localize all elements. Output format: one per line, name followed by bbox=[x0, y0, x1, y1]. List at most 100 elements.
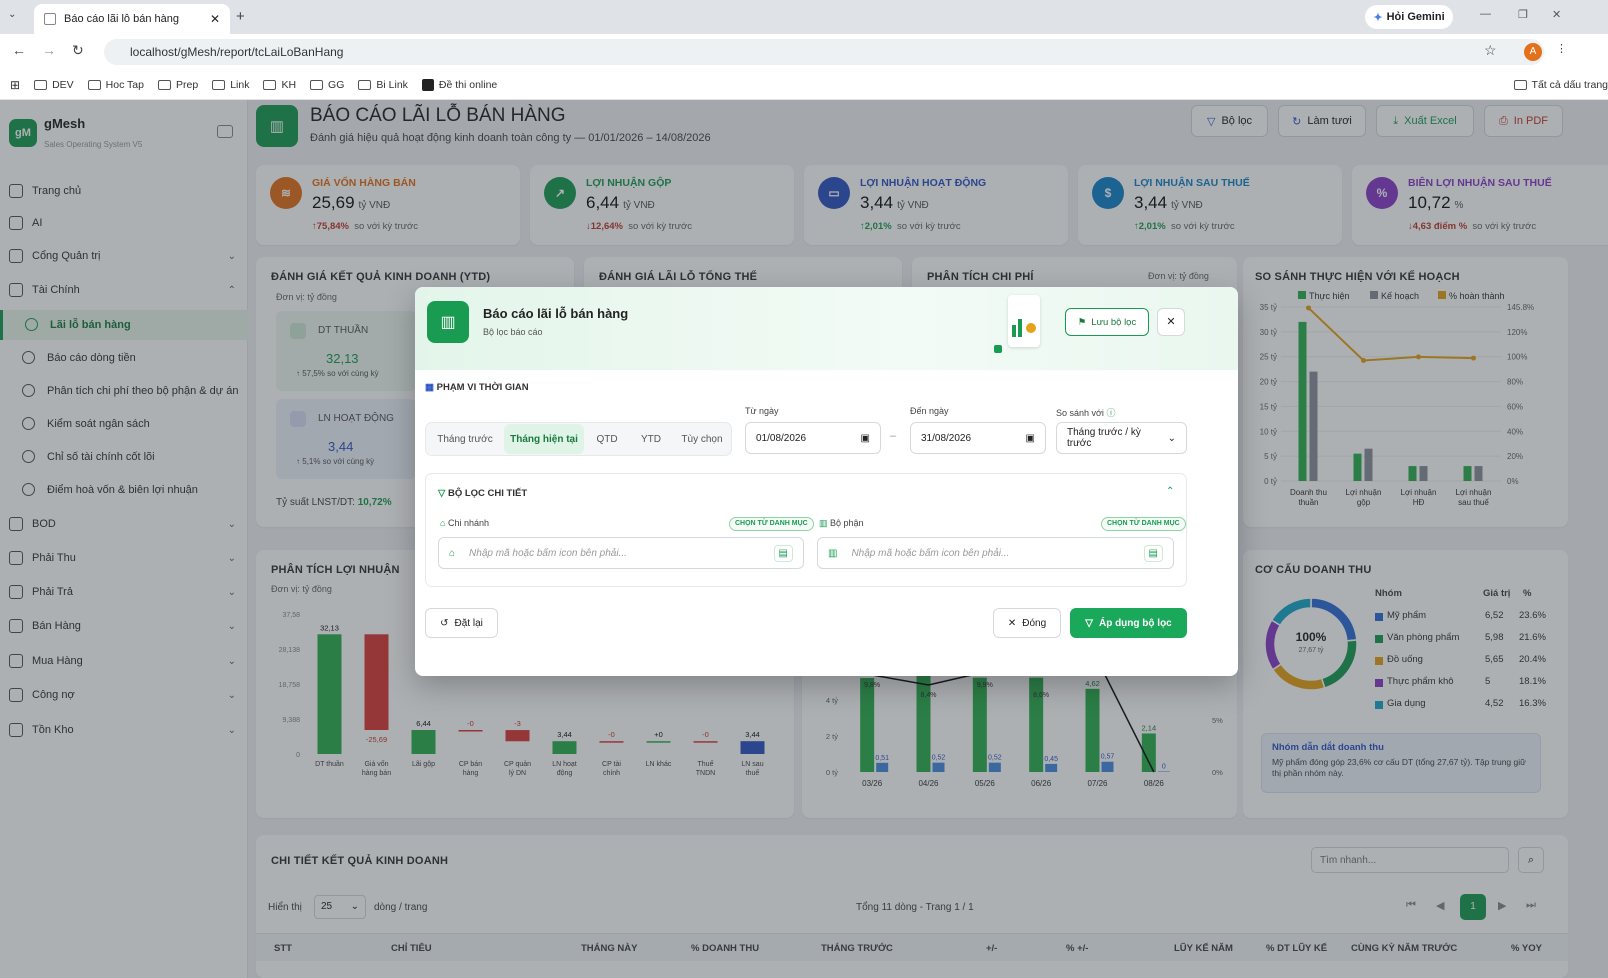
close-button[interactable]: ✕ Đóng bbox=[993, 608, 1061, 638]
period-ytd[interactable]: YTD bbox=[630, 424, 672, 454]
bookmark-icon: ⚑ bbox=[1077, 316, 1087, 328]
modal-title: Báo cáo lãi lỗ bán hàng bbox=[483, 306, 629, 321]
filter-modal: ▥ Báo cáo lãi lỗ bán hàng Bộ lọc báo cáo… bbox=[415, 287, 1238, 676]
filter-icon: ▽ bbox=[1085, 617, 1093, 629]
bookmark-item[interactable]: Đề thi online bbox=[421, 78, 497, 91]
all-bookmarks[interactable]: Tất cả dấu trang bbox=[1513, 78, 1608, 91]
to-date-label: Đến ngày bbox=[910, 406, 949, 416]
close-modal-icon[interactable]: ✕ bbox=[1157, 308, 1185, 336]
page-icon bbox=[44, 13, 56, 25]
star-icon[interactable]: ☆ bbox=[1484, 42, 1497, 59]
from-date-label: Từ ngày bbox=[745, 406, 779, 416]
period-this-month[interactable]: Tháng hiện tại bbox=[504, 424, 584, 454]
restore-icon[interactable]: ❐ bbox=[1518, 8, 1528, 21]
detail-filter-panel: ▽ BỘ LỌC CHI TIẾT ⌃ ⌂ Chi nhánh CHỌN TỪ … bbox=[425, 473, 1187, 587]
period-custom[interactable]: Tùy chọn bbox=[674, 424, 730, 454]
time-section-title: ▦ PHẠM VI THỜI GIAN bbox=[425, 382, 529, 393]
chart-icon: ▥ bbox=[819, 518, 828, 528]
reset-button[interactable]: ↺ Đặt lại bbox=[425, 608, 498, 638]
apps-icon[interactable]: ⊞ bbox=[10, 78, 20, 92]
url-field[interactable]: localhost/gMesh/report/tcLaiLoBanHang bbox=[104, 39, 1544, 65]
close-window-icon[interactable]: ✕ bbox=[1552, 8, 1561, 21]
reset-label: Đặt lại bbox=[454, 617, 483, 629]
chart-icon: ▥ bbox=[828, 547, 838, 559]
compare-label-text: So sánh với bbox=[1056, 408, 1104, 418]
info-icon: ⓘ bbox=[1106, 408, 1116, 418]
calendar-icon: ▣ bbox=[1025, 432, 1035, 444]
calendar-icon: ▣ bbox=[860, 432, 870, 444]
tab-title: Báo cáo lãi lỗ bán hàng bbox=[64, 13, 179, 25]
save-filter-label: Lưu bộ lọc bbox=[1091, 316, 1137, 328]
folder-icon bbox=[34, 79, 48, 90]
bookmark-item[interactable]: Hoc Tap bbox=[87, 78, 144, 91]
bookmark-item[interactable]: DEV bbox=[34, 79, 74, 91]
close-tab-icon[interactable]: ✕ bbox=[210, 12, 220, 26]
from-date-input[interactable]: 01/08/2026 ▣ bbox=[745, 422, 881, 454]
to-date-input[interactable]: 31/08/2026 ▣ bbox=[910, 422, 1046, 454]
bookmark-item[interactable]: Bi Link bbox=[358, 79, 408, 91]
close-label: Đóng bbox=[1022, 617, 1047, 629]
back-icon[interactable]: ← bbox=[12, 42, 26, 58]
gemini-button[interactable]: ✦ Hỏi Gemini bbox=[1365, 5, 1453, 29]
new-tab-icon[interactable]: + bbox=[236, 8, 245, 25]
compare-select[interactable]: Tháng trước / kỳ trước ⌄ bbox=[1056, 422, 1187, 454]
browser-tab-bar: ⌄ Báo cáo lãi lỗ bán hàng ✕ + ✦ Hỏi Gemin… bbox=[0, 0, 1608, 34]
folder-icon bbox=[358, 79, 372, 90]
site-icon bbox=[421, 78, 434, 91]
dept-pick-button[interactable]: CHỌN TỪ DANH MỤC bbox=[1101, 517, 1186, 531]
close-icon: ✕ bbox=[1007, 617, 1017, 629]
store-icon: ⌂ bbox=[440, 518, 446, 528]
dept-label: ▥ Bộ phận bbox=[819, 518, 864, 529]
date-separator: – bbox=[890, 430, 897, 442]
branch-label: ⌂ Chi nhánh bbox=[440, 518, 489, 528]
collapse-icon[interactable]: ⌃ bbox=[1166, 486, 1174, 497]
gemini-icon: ✦ bbox=[1373, 11, 1383, 24]
bookmark-label: Bi Link bbox=[376, 78, 408, 91]
period-segmented: Tháng trước Tháng hiện tại QTD YTD Tùy c… bbox=[425, 422, 732, 456]
forward-icon[interactable]: → bbox=[42, 42, 56, 58]
bookmark-label: Hoc Tap bbox=[105, 78, 144, 91]
time-section-label: PHẠM VI THỜI GIAN bbox=[436, 382, 529, 393]
detail-section-label: BỘ LỌC CHI TIẾT bbox=[447, 488, 528, 499]
list-icon[interactable]: ▤ bbox=[773, 544, 793, 562]
bookmark-item[interactable]: KH bbox=[263, 79, 296, 91]
minimize-icon[interactable]: — bbox=[1480, 8, 1491, 20]
detail-section-title: ▽ BỘ LỌC CHI TIẾT bbox=[438, 488, 527, 499]
bookmark-label: Tất cả dấu trang bbox=[1531, 78, 1608, 91]
period-qtd[interactable]: QTD bbox=[586, 424, 628, 454]
folder-icon bbox=[87, 79, 101, 90]
bookmark-item[interactable]: GG bbox=[310, 79, 344, 91]
bookmark-label: KH bbox=[281, 78, 297, 91]
chevron-down-icon: ⌄ bbox=[1167, 432, 1176, 444]
period-last-month[interactable]: Tháng trước bbox=[428, 424, 502, 454]
report-icon: ▥ bbox=[427, 301, 469, 343]
branch-input[interactable]: ⌂ Nhập mã hoặc bấm icon bên phải... ▤ bbox=[438, 537, 804, 569]
tab-list-icon[interactable]: ⌄ bbox=[8, 9, 16, 20]
reload-icon[interactable]: ↻ bbox=[72, 42, 84, 59]
branch-placeholder: Nhập mã hoặc bấm icon bên phải... bbox=[469, 547, 627, 559]
apply-filter-button[interactable]: ▽ Áp dụng bộ lọc bbox=[1070, 608, 1187, 638]
bookmark-item[interactable]: Prep bbox=[158, 79, 198, 91]
folder-icon bbox=[310, 79, 324, 90]
from-date-value: 01/08/2026 bbox=[756, 432, 807, 444]
branch-pick-button[interactable]: CHỌN TỪ DANH MỤC bbox=[729, 517, 814, 531]
list-icon[interactable]: ▤ bbox=[1143, 544, 1163, 562]
dept-label-text: Bộ phận bbox=[830, 518, 864, 528]
illustration-icon bbox=[990, 295, 1040, 355]
bookmark-item[interactable]: Link bbox=[212, 79, 249, 91]
browser-tab[interactable]: Báo cáo lãi lỗ bán hàng ✕ bbox=[34, 4, 230, 34]
bookmark-label: Link bbox=[230, 78, 250, 91]
store-icon: ⌂ bbox=[449, 547, 456, 559]
calendar-icon: ▦ bbox=[425, 382, 434, 393]
folder-icon bbox=[158, 79, 171, 90]
save-filter-button[interactable]: ⚑ Lưu bộ lọc bbox=[1065, 308, 1149, 336]
avatar[interactable]: A bbox=[1524, 43, 1542, 61]
compare-value: Tháng trước / kỳ trước bbox=[1067, 427, 1141, 449]
reset-icon: ↺ bbox=[440, 617, 449, 629]
address-bar-row: ← → ↻ localhost/gMesh/report/tcLaiLoBanH… bbox=[0, 34, 1608, 70]
branch-label-text: Chi nhánh bbox=[447, 518, 489, 528]
menu-icon[interactable]: ⋮ bbox=[1556, 42, 1567, 55]
dept-input[interactable]: ▥ Nhập mã hoặc bấm icon bên phải... ▤ bbox=[817, 537, 1174, 569]
folder-icon bbox=[263, 79, 277, 90]
folder-icon bbox=[212, 79, 226, 90]
